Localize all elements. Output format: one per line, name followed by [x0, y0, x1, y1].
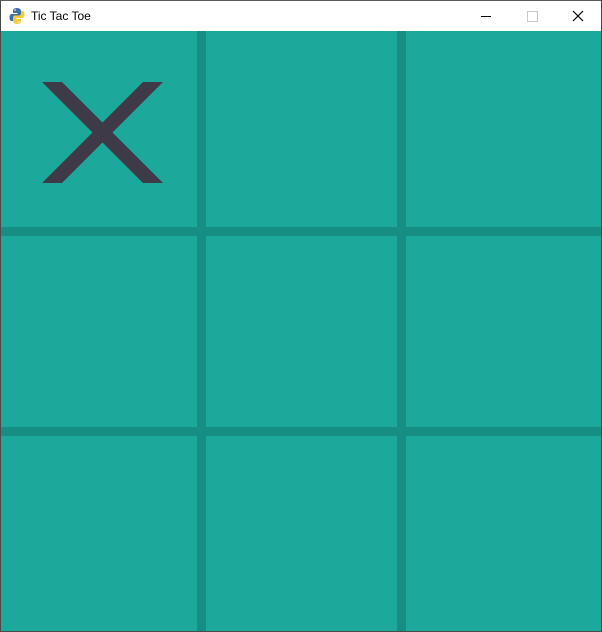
- board-cell-1-0[interactable]: [1, 236, 197, 427]
- window-title: Tic Tac Toe: [31, 9, 91, 23]
- game-window: Tic Tac Toe: [0, 0, 602, 632]
- grid-line-horizontal-2: [1, 427, 601, 436]
- board-cell-2-0[interactable]: [1, 436, 197, 631]
- board-cell-2-1[interactable]: [206, 436, 397, 631]
- board-cell-0-1[interactable]: [206, 31, 397, 227]
- close-icon: [572, 10, 584, 22]
- maximize-button[interactable]: [509, 1, 555, 31]
- board-cell-0-0[interactable]: [1, 31, 197, 227]
- grid-line-horizontal-1: [1, 227, 601, 236]
- board-cell-2-2[interactable]: [406, 436, 601, 631]
- board-cell-1-1[interactable]: [206, 236, 397, 427]
- x-mark: [42, 82, 163, 183]
- grid-line-vertical-2: [397, 31, 406, 631]
- python-icon: [9, 8, 25, 24]
- board-cell-1-2[interactable]: [406, 236, 601, 427]
- board-cell-0-2[interactable]: [406, 31, 601, 227]
- grid-line-vertical-1: [197, 31, 206, 631]
- minimize-button[interactable]: [463, 1, 509, 31]
- maximize-icon: [527, 11, 538, 22]
- title-bar[interactable]: Tic Tac Toe: [1, 1, 601, 31]
- close-button[interactable]: [555, 1, 601, 31]
- game-board: [1, 31, 601, 631]
- minimize-icon: [481, 16, 491, 17]
